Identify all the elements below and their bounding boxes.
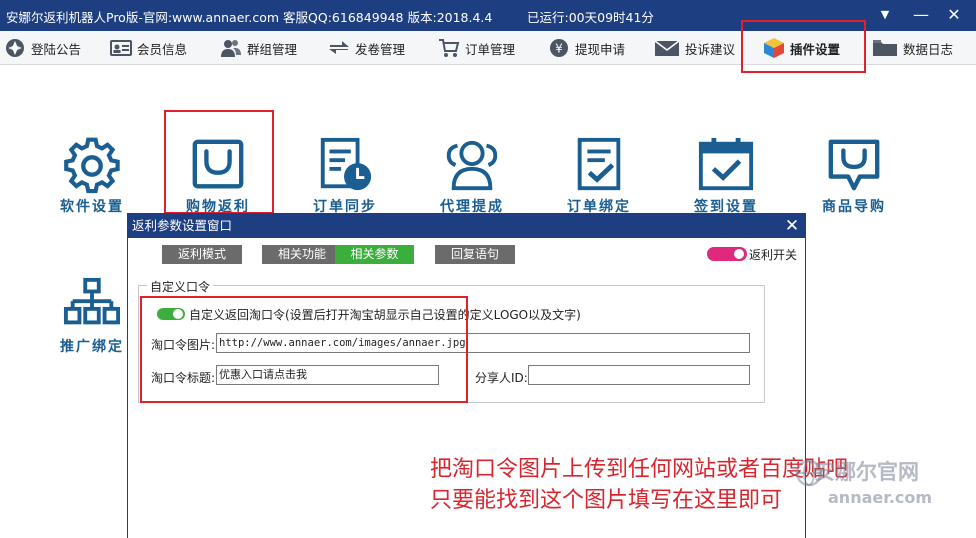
tab-related-functions[interactable]: 相关功能 [262,245,342,264]
users-icon [446,140,498,191]
tab-rebate-mode[interactable]: 返利模式 [162,245,242,264]
minimize-button[interactable]: — [910,4,932,26]
calendar-check-icon [698,137,754,191]
announcement-icon [4,37,26,59]
coupon-icon [328,37,350,59]
menu-label: 群组管理 [247,41,298,57]
mail-icon [654,37,680,59]
window-title: 安娜尔返利机器人Pro版-官网:www.annaer.com 客服QQ:6168… [6,10,493,25]
id-card-icon [110,37,132,59]
menu-item-login-notice[interactable]: 登陆公告 [4,31,81,65]
sharer-id-input[interactable] [528,365,750,385]
gear-icon [64,137,120,194]
document-check-icon [577,137,621,191]
svg-text:¥: ¥ [555,42,563,56]
rebate-switch[interactable] [707,247,747,261]
switch-knob [734,249,744,259]
runtime-counter: 已运行:00天09时41分 [527,10,654,25]
dialog-title: 返利参数设置窗口 [128,214,805,238]
menu-item-coupon-manage[interactable]: 发卷管理 [328,31,405,65]
menu-item-group-manage[interactable]: 群组管理 [220,31,297,65]
watermark-logo: 安娜尔官网 annaer.com [794,452,954,512]
menu-item-order-manage[interactable]: 订单管理 [438,31,515,65]
tile-label: 推广绑定 [60,339,124,355]
users-icon [220,37,242,59]
highlight-plugin-settings [741,20,866,73]
folder-icon [872,37,898,59]
sharer-id-label: 分享人ID: [475,371,528,385]
document-clock-icon [320,137,372,191]
menu-label: 投诉建议 [685,41,736,57]
tile-software-settings[interactable]: 软件设置 [44,136,140,216]
window-menu-button[interactable]: ▼ [874,4,896,26]
menu-item-withdraw[interactable]: ¥ 提现申请 [548,31,625,65]
dialog-close-button[interactable]: ✕ [783,214,801,238]
menu-label: 会员信息 [137,41,188,57]
highlight-shopping-rebate [164,110,274,214]
tile-product-guide[interactable]: 商品导购 [806,136,902,216]
menu-label: 订单管理 [465,41,516,57]
org-chart-icon [63,277,121,325]
menu-label: 发卷管理 [355,41,406,57]
close-button[interactable]: ✕ [943,4,965,26]
cart-icon [438,37,460,59]
tile-label: 商品导购 [822,199,886,215]
annotation-line-2: 只要能找到这个图片填写在这里即可 [430,488,783,513]
tile-order-sync[interactable]: 订单同步 [297,136,393,216]
rebate-switch-label: 返利开关 [749,248,798,262]
bag-icon [828,139,880,191]
tile-promotion-binding[interactable]: 推广绑定 [44,276,140,356]
menu-label: 登陆公告 [31,41,82,57]
menu-label: 数据日志 [903,41,954,57]
menu-item-data-log[interactable]: 数据日志 [872,31,953,65]
tile-signin-settings[interactable]: 签到设置 [678,136,774,216]
tile-label: 软件设置 [60,199,124,215]
menu-label: 提现申请 [575,41,626,57]
menu-item-feedback[interactable]: 投诉建议 [654,31,735,65]
coin-icon: ¥ [548,37,570,59]
watermark-url: annaer.com [828,488,933,507]
annotation-line-1: 把淘口令图片上传到任何网站或者百度贴吧 [430,457,849,482]
tab-reply-phrases[interactable]: 回复语句 [435,245,515,264]
tab-related-params[interactable]: 相关参数 [335,245,414,264]
tile-order-binding[interactable]: 订单绑定 [551,136,647,216]
watermark-text: 安娜尔官网 [814,460,919,484]
group-title: 自定义口令 [147,278,214,295]
menu-item-member-info[interactable]: 会员信息 [110,31,187,65]
tile-agent-commission[interactable]: 代理提成 [424,136,520,216]
highlight-custom-command [140,296,468,403]
